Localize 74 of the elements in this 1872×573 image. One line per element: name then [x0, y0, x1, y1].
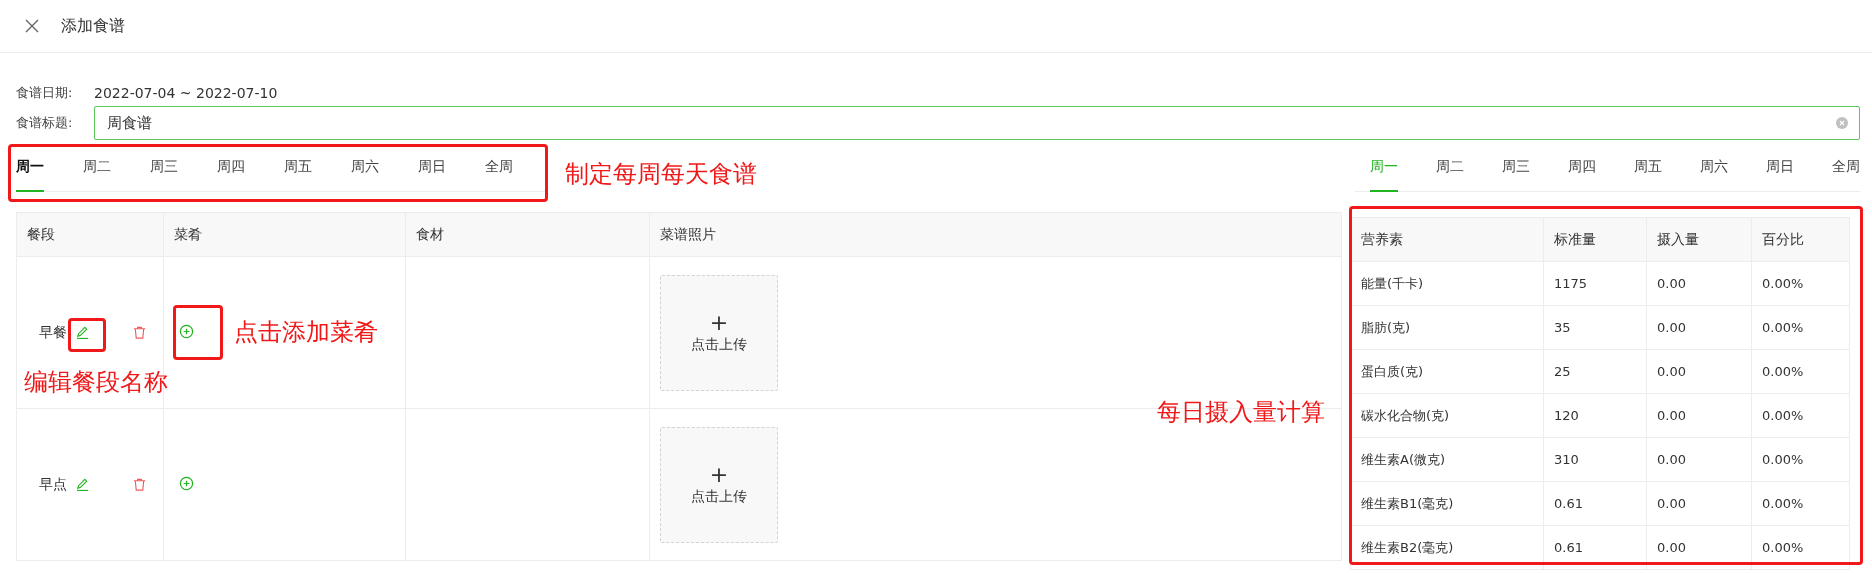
table-cell: 0.00 — [1657, 452, 1686, 467]
table-cell: 0.00% — [1762, 540, 1804, 555]
day-tab[interactable]: 周二 — [83, 146, 111, 192]
clear-icon[interactable] — [1836, 117, 1848, 129]
day-tab[interactable]: 周二 — [1436, 146, 1464, 192]
table-cell: 维生素B1(毫克) — [1361, 495, 1454, 511]
day-tab[interactable]: 周三 — [150, 146, 178, 192]
day-tab[interactable]: 周三 — [1502, 146, 1530, 192]
table-cell: 120 — [1554, 408, 1579, 423]
delete-icon[interactable] — [132, 477, 147, 492]
meal-name: 早餐 — [39, 323, 67, 342]
day-tab[interactable]: 周六 — [351, 146, 379, 192]
day-tab[interactable]: 全周 — [485, 146, 513, 192]
table-cell: 35 — [1554, 320, 1571, 335]
table-cell: 0.00 — [1657, 496, 1686, 511]
upload-button[interactable]: + 点击上传 — [660, 426, 778, 543]
annotation-text: 制定每周每天食谱 — [565, 159, 757, 190]
day-tab[interactable]: 周四 — [217, 146, 245, 192]
table-cell: 维生素A(微克) — [1361, 451, 1446, 467]
table-cell: 0.00% — [1762, 452, 1804, 467]
table-cell: 25 — [1554, 364, 1571, 379]
annotation-text: 编辑餐段名称 — [24, 367, 168, 398]
delete-icon[interactable] — [132, 325, 147, 340]
edit-icon[interactable] — [75, 477, 90, 492]
table-cell: 能量(千卡) — [1361, 275, 1424, 291]
day-tab[interactable]: 周六 — [1700, 146, 1728, 192]
title-field[interactable]: 周食谱 — [94, 106, 1860, 140]
table-cell: 310 — [1554, 452, 1579, 467]
field-label: 食谱日期: — [16, 84, 74, 102]
table-cell: 蛋白质(克) — [1361, 363, 1424, 379]
window-title: 添加食谱 — [61, 15, 125, 37]
table-cell: 0.00% — [1762, 320, 1804, 335]
highlight-box — [68, 318, 106, 352]
column-header: 营养素 — [1361, 230, 1403, 247]
table-cell: 维生素B2(毫克) — [1361, 539, 1454, 555]
upload-button[interactable]: + 点击上传 — [660, 274, 778, 391]
highlight-box — [173, 305, 223, 360]
table-cell: 碳水化合物(克) — [1361, 407, 1450, 423]
day-tab[interactable]: 周五 — [284, 146, 312, 192]
table-cell: 0.00% — [1762, 496, 1804, 511]
add-icon[interactable] — [179, 323, 194, 339]
table-cell: 1175 — [1554, 276, 1588, 291]
day-tab[interactable]: 周一 — [16, 146, 44, 192]
day-tab[interactable]: 全周 — [1832, 146, 1860, 192]
column-header: 百分比 — [1762, 230, 1804, 247]
table-cell: 0.00% — [1762, 408, 1804, 423]
annotation-text: 点击添加菜肴 — [234, 317, 378, 348]
field-label: 食谱标题: — [16, 114, 74, 132]
table-cell: 0.00% — [1762, 276, 1804, 291]
table-cell: 脂肪(克) — [1361, 319, 1411, 335]
close-icon[interactable] — [25, 19, 39, 33]
table-cell: 0.00 — [1657, 540, 1686, 555]
meal-name: 早点 — [39, 475, 67, 494]
day-tab[interactable]: 周日 — [1766, 146, 1794, 192]
table-cell: 0.00 — [1657, 408, 1686, 423]
edit-icon[interactable] — [75, 325, 90, 340]
day-tab[interactable]: 周五 — [1634, 146, 1662, 192]
annotation-text: 每日摄入量计算 — [1157, 397, 1325, 428]
column-header: 菜谱照片 — [660, 225, 716, 242]
column-header: 摄入量 — [1657, 230, 1699, 247]
day-tab[interactable]: 周日 — [418, 146, 446, 192]
column-header: 食材 — [416, 225, 444, 242]
table-cell: 0.00% — [1762, 364, 1804, 379]
table-cell: 0.61 — [1554, 496, 1583, 511]
table-cell: 0.61 — [1554, 540, 1583, 555]
table-cell: 0.00 — [1657, 364, 1686, 379]
column-header: 餐段 — [27, 225, 55, 242]
day-tab[interactable]: 周四 — [1568, 146, 1596, 192]
table-cell: 0.00 — [1657, 276, 1686, 291]
add-icon[interactable] — [179, 475, 194, 491]
table-cell: 0.00 — [1657, 320, 1686, 335]
date-range: 2022-07-04 ~ 2022-07-10 — [94, 85, 278, 101]
column-header: 菜肴 — [174, 225, 202, 242]
column-header: 标准量 — [1554, 230, 1596, 247]
